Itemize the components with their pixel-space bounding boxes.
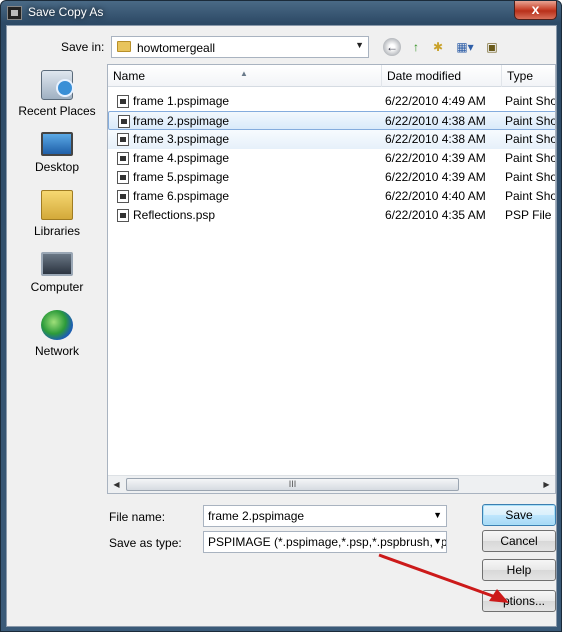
desktop-icon bbox=[41, 132, 73, 156]
app-icon bbox=[7, 6, 22, 20]
file-row[interactable]: frame 6.pspimage 6/22/2010 4:40 AM Paint… bbox=[108, 187, 555, 206]
back-arrow-icon[interactable]: ← bbox=[383, 38, 401, 56]
file-row[interactable]: Reflections.psp 6/22/2010 4:35 AM PSP Fi… bbox=[108, 206, 555, 225]
file-name: frame 1.pspimage bbox=[133, 94, 230, 108]
file-date: 6/22/2010 4:49 AM bbox=[385, 94, 486, 108]
views-menu-icon[interactable]: ▦▾ bbox=[453, 38, 477, 56]
save-as-type-label: Save as type: bbox=[109, 536, 182, 550]
place-label: Computer bbox=[30, 280, 84, 294]
file-date: 6/22/2010 4:38 AM bbox=[385, 132, 486, 146]
pspimage-file-icon bbox=[117, 190, 129, 203]
save-as-type-value: PSPIMAGE (*.pspimage,*.psp,*.pspbrush,*.… bbox=[208, 535, 447, 549]
new-folder-icon[interactable]: ✱ bbox=[429, 38, 447, 56]
libraries-icon bbox=[41, 190, 73, 220]
place-computer[interactable]: Computer bbox=[9, 252, 105, 294]
file-type: Paint Shop bbox=[505, 94, 555, 108]
file-name: frame 5.pspimage bbox=[133, 170, 230, 184]
scroll-right-icon[interactable]: ▶ bbox=[538, 476, 555, 493]
save-in-value: howtomergeall bbox=[137, 41, 216, 55]
column-header-row: Name ▲ Date modified Type bbox=[108, 65, 555, 87]
recent-places-icon bbox=[41, 70, 74, 100]
column-name-label: Name bbox=[113, 69, 146, 83]
save-button[interactable]: Save bbox=[482, 504, 556, 526]
save-in-dropdown[interactable]: howtomergeall ▼ bbox=[111, 36, 369, 58]
file-row[interactable]: frame 1.pspimage 6/22/2010 4:49 AM Paint… bbox=[108, 92, 555, 111]
file-type: Paint Shop bbox=[505, 114, 555, 128]
save-in-label: Save in: bbox=[61, 40, 105, 54]
file-row-selected[interactable]: frame 2.pspimage 6/22/2010 4:38 AM Paint… bbox=[108, 111, 555, 130]
file-date: 6/22/2010 4:39 AM bbox=[385, 170, 486, 184]
annotation-arrow bbox=[378, 553, 509, 603]
chevron-down-icon[interactable]: ▼ bbox=[433, 510, 442, 520]
file-name-value: frame 2.pspimage bbox=[208, 509, 305, 523]
file-name-label: File name: bbox=[109, 510, 166, 524]
file-date: 6/22/2010 4:40 AM bbox=[385, 189, 486, 203]
network-icon bbox=[41, 310, 73, 340]
pspimage-file-icon bbox=[118, 115, 130, 128]
folder-tools-icon[interactable]: ▣ bbox=[483, 38, 501, 56]
file-row[interactable]: frame 4.pspimage 6/22/2010 4:39 AM Paint… bbox=[108, 149, 555, 168]
column-header-name[interactable]: Name ▲ bbox=[108, 65, 382, 87]
place-label: Desktop bbox=[34, 160, 80, 174]
file-row[interactable]: frame 5.pspimage 6/22/2010 4:39 AM Paint… bbox=[108, 168, 555, 187]
pspimage-file-icon bbox=[117, 171, 129, 184]
scroll-left-icon[interactable]: ◀ bbox=[108, 476, 125, 493]
save-copy-as-dialog: Save Copy As x Save in: howtomergeall ▼ … bbox=[0, 0, 562, 632]
place-desktop[interactable]: Desktop bbox=[9, 132, 105, 174]
file-date: 6/22/2010 4:38 AM bbox=[385, 114, 486, 128]
file-name-input[interactable]: frame 2.pspimage ▼ bbox=[203, 505, 447, 527]
file-date: 6/22/2010 4:35 AM bbox=[385, 208, 486, 222]
title-bar[interactable]: Save Copy As x bbox=[1, 1, 561, 25]
close-button[interactable]: x bbox=[514, 1, 557, 20]
place-libraries[interactable]: Libraries bbox=[9, 190, 105, 238]
place-network[interactable]: Network bbox=[9, 310, 105, 358]
annotation-arrow-shaft bbox=[378, 553, 502, 601]
file-type: PSP File bbox=[505, 208, 552, 222]
places-bar: Recent Places Desktop Libraries Computer… bbox=[9, 64, 105, 394]
file-name: frame 4.pspimage bbox=[133, 151, 230, 165]
psp-file-icon bbox=[117, 209, 129, 222]
computer-icon bbox=[41, 252, 73, 276]
pspimage-file-icon bbox=[117, 133, 129, 146]
file-date: 6/22/2010 4:39 AM bbox=[385, 151, 486, 165]
place-recent-places[interactable]: Recent Places bbox=[9, 70, 105, 118]
file-name: frame 3.pspimage bbox=[133, 132, 230, 146]
scroll-thumb[interactable]: III bbox=[126, 478, 459, 491]
folder-icon bbox=[117, 41, 131, 52]
sort-ascending-icon: ▲ bbox=[240, 69, 248, 78]
file-name: frame 6.pspimage bbox=[133, 189, 230, 203]
file-name: frame 2.pspimage bbox=[133, 114, 230, 128]
column-header-type[interactable]: Type bbox=[502, 65, 555, 87]
place-label: Recent Places bbox=[18, 104, 96, 118]
dialog-body: Save in: howtomergeall ▼ ← ↑ ✱ ▦▾ ▣ Rece… bbox=[6, 25, 557, 627]
column-date-label: Date modified bbox=[387, 69, 462, 83]
chevron-down-icon[interactable]: ▼ bbox=[433, 536, 442, 546]
horizontal-scrollbar[interactable]: ◀ III ▶ bbox=[108, 475, 555, 493]
file-type: Paint Shop bbox=[505, 170, 555, 184]
pspimage-file-icon bbox=[117, 95, 129, 108]
up-folder-icon[interactable]: ↑ bbox=[407, 38, 425, 56]
file-row[interactable]: frame 3.pspimage 6/22/2010 4:38 AM Paint… bbox=[108, 130, 555, 149]
file-type: Paint Shop bbox=[505, 132, 555, 146]
place-label: Libraries bbox=[33, 224, 81, 238]
file-name: Reflections.psp bbox=[133, 208, 216, 222]
chevron-down-icon: ▼ bbox=[355, 40, 364, 50]
file-list[interactable]: Name ▲ Date modified Type frame 1.pspima… bbox=[107, 64, 556, 494]
window-title: Save Copy As bbox=[28, 5, 104, 19]
column-header-date[interactable]: Date modified bbox=[382, 65, 502, 87]
pspimage-file-icon bbox=[117, 152, 129, 165]
file-type: Paint Shop bbox=[505, 189, 555, 203]
file-type: Paint Shop bbox=[505, 151, 555, 165]
place-label: Network bbox=[34, 344, 79, 358]
column-type-label: Type bbox=[507, 69, 534, 83]
